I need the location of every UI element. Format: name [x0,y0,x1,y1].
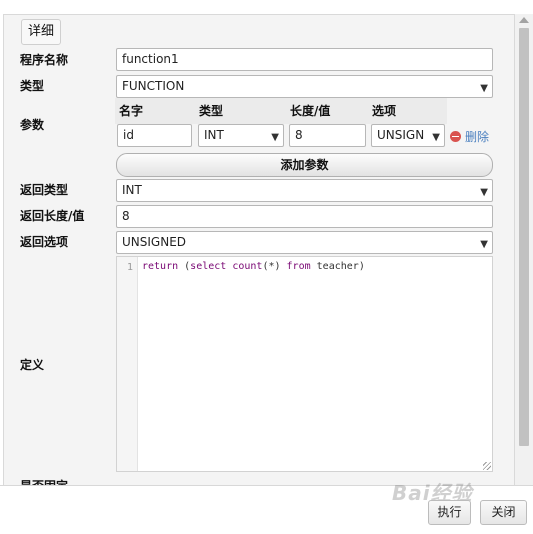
return-options-value: UNSIGNED [122,235,187,249]
return-type-value: INT [122,183,142,197]
type-value: FUNCTION [122,79,185,93]
program-name-value: function1 [122,52,179,66]
param-name-input[interactable]: id [117,124,192,147]
chevron-down-icon: ▼ [480,187,488,198]
label-type: 类型 [20,79,45,93]
scroll-thumb[interactable] [519,28,529,446]
definition-code-editor[interactable]: 1 return (select count(*) from teacher) [116,256,493,472]
param-header-option: 选项 [368,98,447,124]
code-line: return (select count(*) from teacher) [142,261,365,272]
program-name-input[interactable]: function1 [116,48,493,71]
label-program-name: 程序名称 [20,53,69,67]
line-number-gutter: 1 [117,257,138,471]
close-button[interactable]: 关闭 [480,500,527,525]
param-header-type: 类型 [195,98,286,124]
param-header-length: 长度/值 [286,98,368,124]
type-select[interactable]: FUNCTION ▼ [116,75,493,98]
label-fixed: 是否固定 [20,478,68,485]
label-return-length: 返回长度/值 [20,209,85,223]
chevron-down-icon: ▼ [432,132,440,143]
param-length-input[interactable]: 8 [289,124,366,147]
delete-param-label: 删除 [465,130,490,144]
resize-grip-icon[interactable] [483,462,491,470]
param-option-value: UNSIGN [377,128,425,142]
panel-legend: 详细 [21,19,62,45]
chevron-down-icon: ▼ [480,239,488,250]
param-name-value: id [123,128,134,142]
return-options-select[interactable]: UNSIGNED ▼ [116,231,493,254]
label-definition: 定义 [20,358,45,372]
param-option-select[interactable]: UNSIGN ▼ [371,124,445,147]
param-type-value: INT [204,128,224,142]
line-number: 1 [126,262,133,273]
param-type-select[interactable]: INT ▼ [198,124,284,147]
label-return-type: 返回类型 [20,183,69,197]
label-params: 参数 [20,118,45,132]
vertical-scrollbar[interactable] [515,14,533,485]
chevron-down-icon: ▼ [271,132,279,143]
return-type-select[interactable]: INT ▼ [116,179,493,202]
return-length-input[interactable]: 8 [116,205,493,228]
scroll-up-arrow-icon[interactable] [519,17,529,23]
label-return-options: 返回选项 [20,235,69,249]
add-param-button[interactable]: 添加参数 [116,153,493,177]
minus-circle-icon [450,131,461,142]
param-length-value: 8 [295,128,303,142]
chevron-down-icon: ▼ [480,83,488,94]
delete-param-button[interactable]: 删除 [450,128,489,146]
execute-button[interactable]: 执行 [428,500,471,525]
param-header-name: 名字 [115,98,195,124]
return-length-value: 8 [122,209,130,223]
